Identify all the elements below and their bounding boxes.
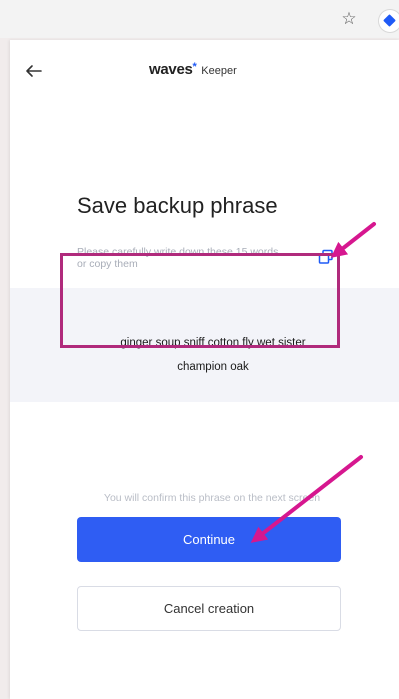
page-title: Save backup phrase <box>77 193 278 218</box>
arrow-left-icon[interactable] <box>23 60 45 82</box>
waves-keeper-extension-icon[interactable] <box>379 10 399 32</box>
logo-mark: * <box>192 61 197 73</box>
browser-toolbar: ☆ <box>0 0 399 38</box>
cancel-creation-button[interactable]: Cancel creation <box>77 586 341 631</box>
confirm-note: You will confirm this phrase on the next… <box>103 492 321 504</box>
continue-button[interactable]: Continue <box>77 517 341 562</box>
logo-brand: waves <box>149 61 193 78</box>
star-icon[interactable]: ☆ <box>340 10 358 28</box>
backup-phrase-line: champion oak <box>177 361 249 373</box>
extension-popup: waves* Keeper Save backup phrase Please … <box>10 40 399 699</box>
phrase-highlight-box <box>60 253 340 348</box>
logo-product: Keeper <box>201 65 237 77</box>
waves-keeper-logo: waves* Keeper <box>149 61 237 79</box>
